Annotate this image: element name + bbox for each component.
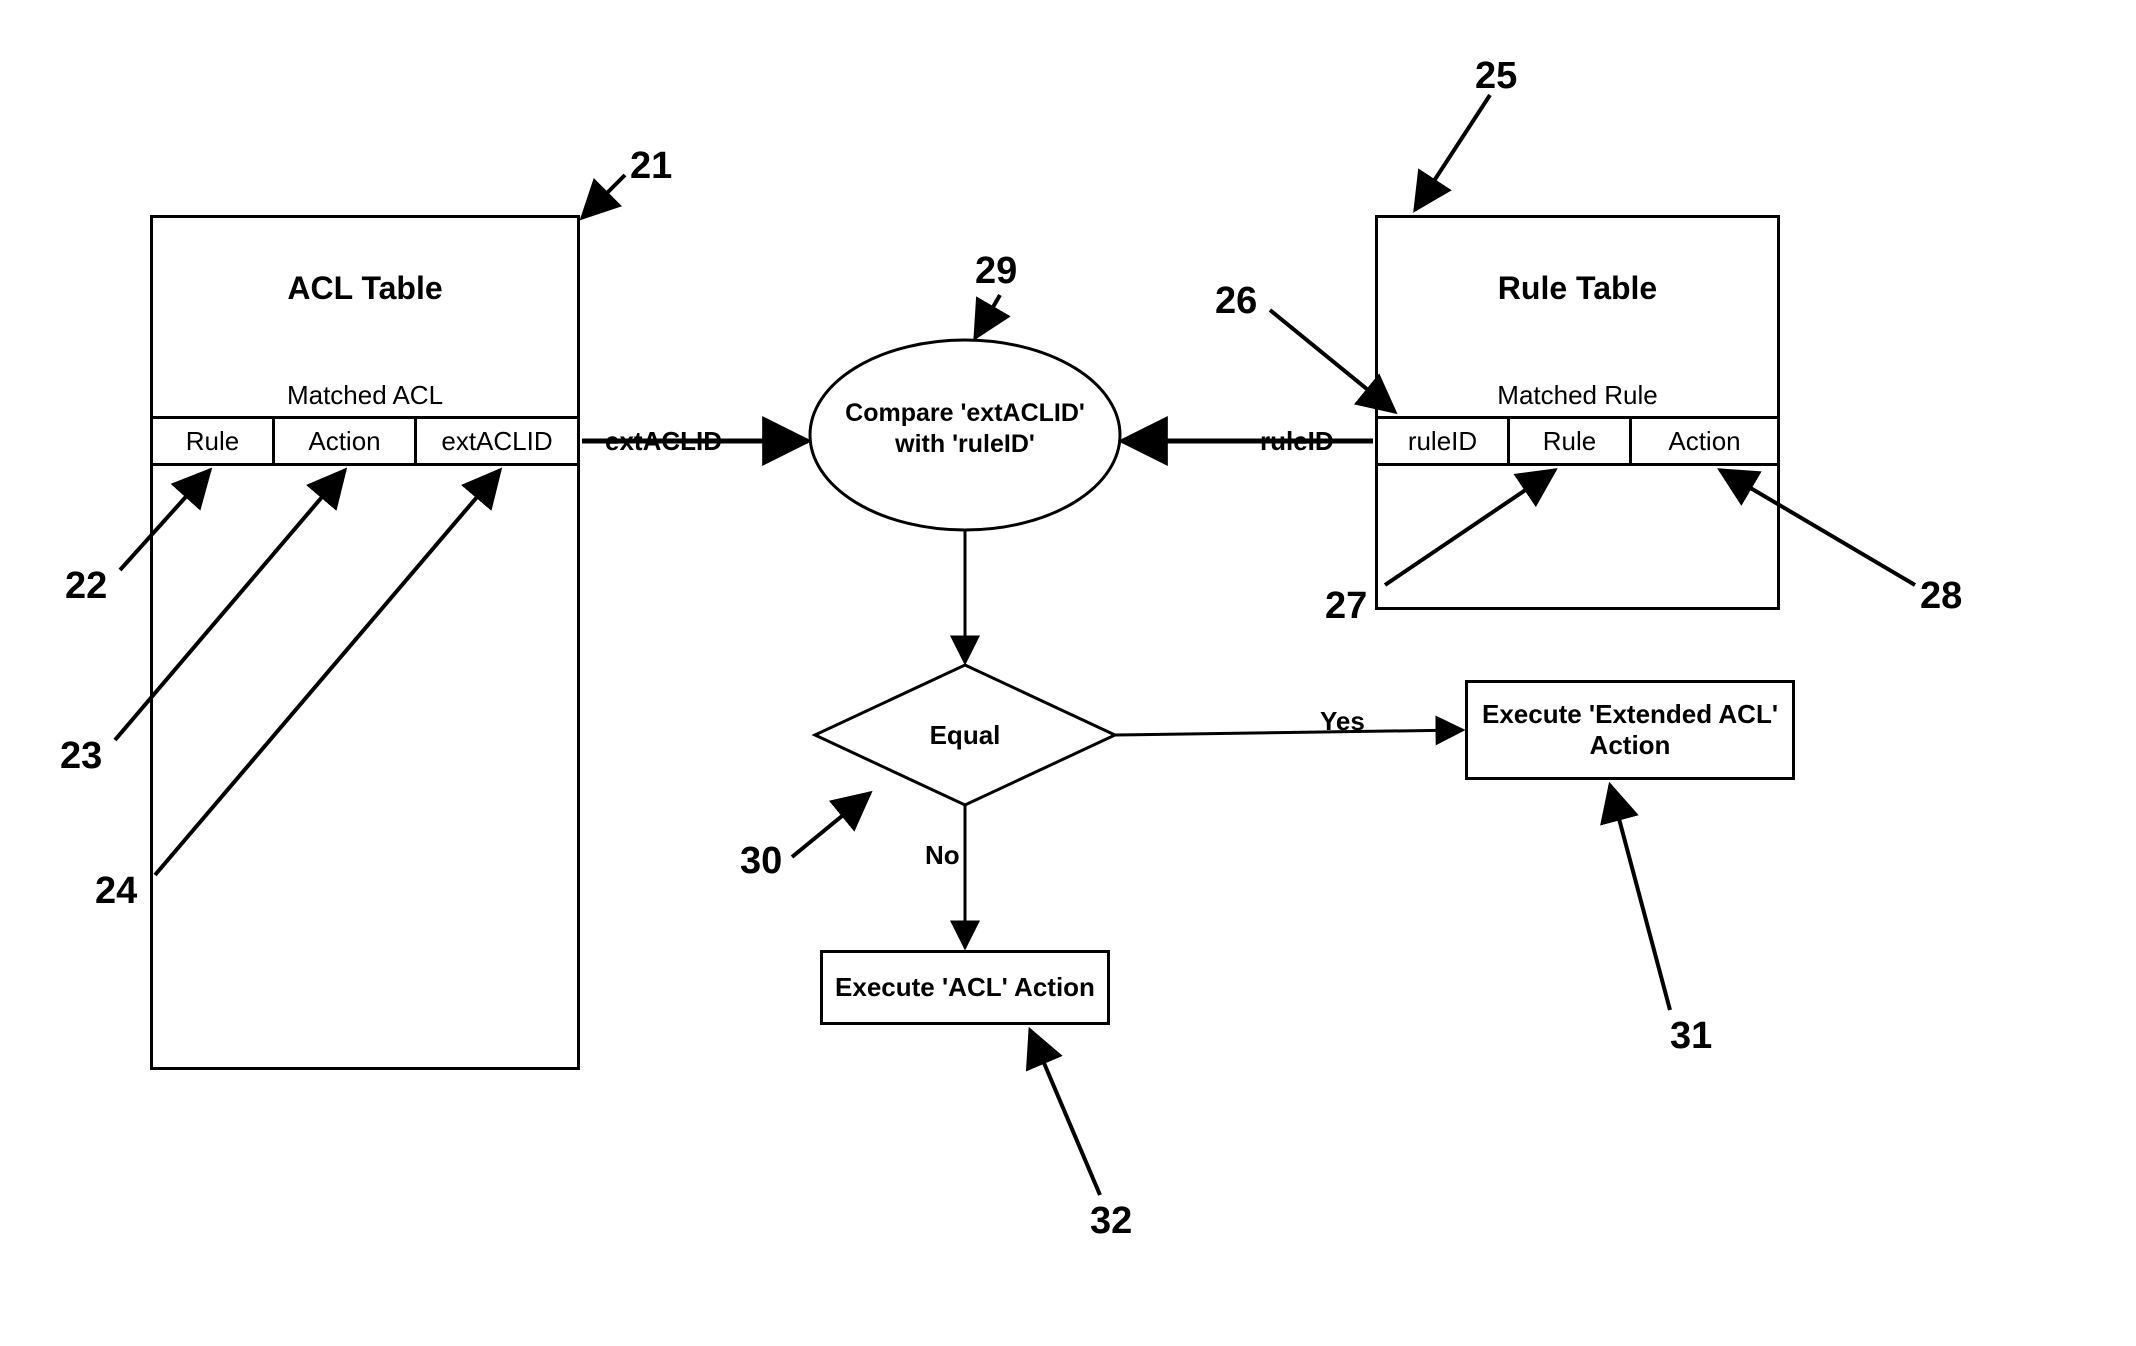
compare-ellipse — [810, 340, 1120, 530]
diagram-canvas: { "acl_table": { "title": "ACL Table", "… — [0, 0, 2136, 1346]
arrow-32 — [1030, 1030, 1100, 1195]
arrow-21 — [582, 175, 625, 218]
arrow-22 — [120, 470, 210, 570]
arrow-yes — [1115, 730, 1463, 735]
arrow-23 — [115, 470, 345, 740]
arrow-29 — [975, 295, 1000, 338]
decision-diamond — [815, 665, 1115, 805]
arrow-25 — [1415, 95, 1490, 210]
arrow-26 — [1270, 310, 1395, 412]
arrow-24 — [155, 470, 500, 875]
arrow-28 — [1720, 470, 1915, 585]
diagram-svg — [0, 0, 2136, 1346]
arrow-31 — [1610, 785, 1670, 1010]
arrow-30 — [792, 793, 870, 857]
arrow-27 — [1385, 470, 1555, 585]
